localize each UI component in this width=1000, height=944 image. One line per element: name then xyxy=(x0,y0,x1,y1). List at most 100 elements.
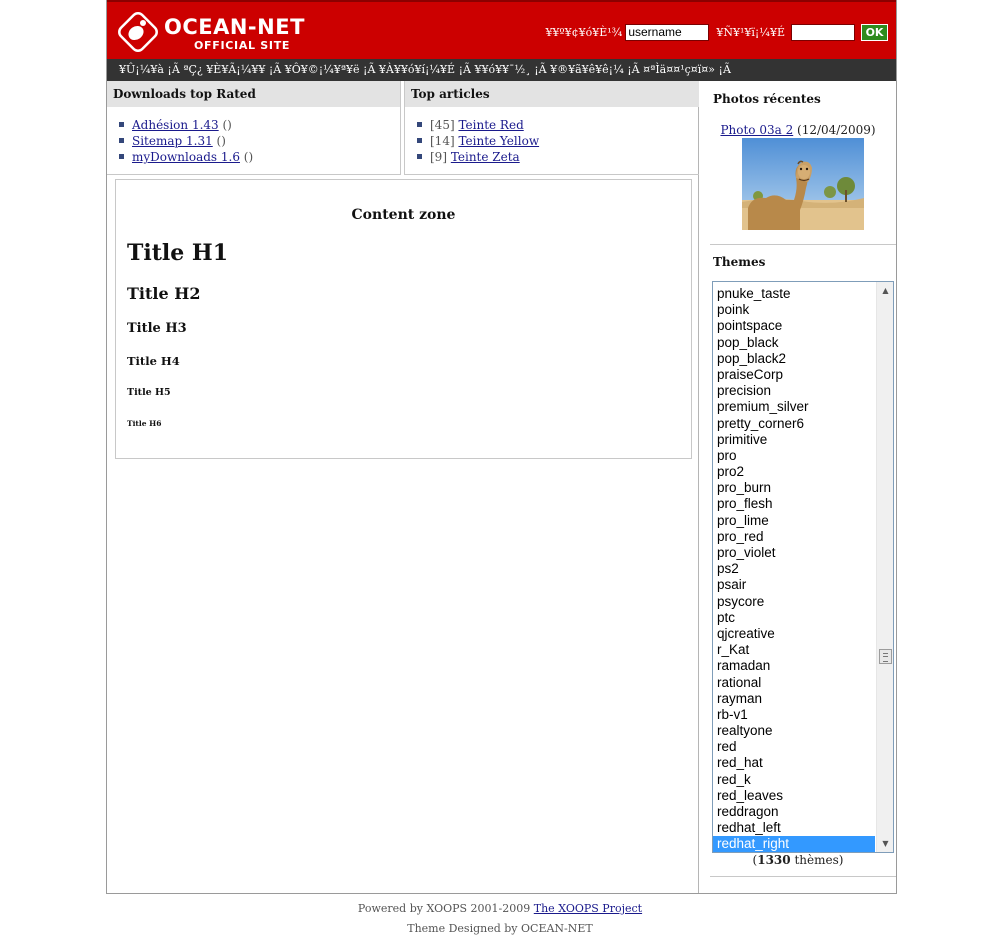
theme-option[interactable]: redhat_left xyxy=(713,820,875,836)
password-input[interactable] xyxy=(791,23,855,41)
theme-option[interactable]: psair xyxy=(713,577,875,593)
photo-link[interactable]: Photo 03a 2 xyxy=(720,123,793,137)
theme-options[interactable]: pnuke_taste poink pointspace pop_black pop_b… xyxy=(713,282,875,852)
bullet-icon xyxy=(417,138,422,143)
theme-option[interactable]: premium_silver xyxy=(713,399,875,415)
download-suffix: () xyxy=(239,150,254,164)
main-nav-bar[interactable]: ¥Û¡¼¥à ¡Ã ªÇ¿ ¥È¥Ã¡¼¥¥ ¡Ã ¥Ô¥©¡¼¥ª¥ë ¡Ã … xyxy=(107,59,896,81)
bullet-icon xyxy=(417,122,422,127)
download-link[interactable]: Adhésion 1.43 xyxy=(132,118,219,132)
download-suffix: () xyxy=(212,134,226,148)
theme-option[interactable]: ptc xyxy=(713,610,875,626)
bullet-icon xyxy=(119,138,124,143)
article-link[interactable]: Teinte Zeta xyxy=(451,150,520,164)
title-h2: Title H2 xyxy=(127,284,201,303)
theme-option[interactable]: realtyone xyxy=(713,723,875,739)
theme-option[interactable]: praiseCorp xyxy=(713,367,875,383)
theme-option[interactable]: ramadan xyxy=(713,658,875,674)
username-label: ¥¥º¥¢¥ó¥È¹¾ xyxy=(545,25,623,39)
site-logo[interactable]: OCEAN-NET OFFICIAL SITE xyxy=(117,11,317,55)
password-label: ¥Ñ¥¹¥ï¡¼¥É xyxy=(716,25,785,39)
xoops-project-link[interactable]: The XOOPS Project xyxy=(534,902,642,915)
divider xyxy=(710,876,896,877)
theme-list-scrollbar[interactable]: ▲ ▼ xyxy=(876,282,893,852)
theme-option[interactable]: r_Kat xyxy=(713,642,875,658)
bullet-icon xyxy=(417,154,422,159)
theme-count-label: thèmes) xyxy=(790,853,844,867)
right-sidebar: Photos récentes Photo 03a 2 (12/04/2009) xyxy=(700,81,896,893)
theme-option[interactable]: pro_violet xyxy=(713,545,875,561)
title-h5: Title H5 xyxy=(127,387,171,398)
theme-option[interactable]: pretty_corner6 xyxy=(713,416,875,432)
title-h1: Title H1 xyxy=(127,240,228,266)
top-articles-block: Top articles [45] Teinte Red [14] Teinte… xyxy=(404,81,699,175)
theme-option[interactable]: red_k xyxy=(713,772,875,788)
list-item: [45] Teinte Red xyxy=(417,117,699,133)
downloads-top-rated-block: Downloads top Rated Adhésion 1.43 () Sit… xyxy=(107,81,401,175)
downloads-block-title: Downloads top Rated xyxy=(107,81,400,107)
theme-option[interactable]: red_leaves xyxy=(713,788,875,804)
divider xyxy=(710,244,896,245)
theme-option[interactable]: pop_black xyxy=(713,335,875,351)
theme-designed-by: Theme Designed by OCEAN-NET xyxy=(407,922,593,935)
theme-option[interactable]: pro xyxy=(713,448,875,464)
login-form: ¥¥º¥¢¥ó¥È¹¾ ¥Ñ¥¹¥ï¡¼¥É OK xyxy=(545,23,888,41)
theme-option[interactable]: pnuke_taste xyxy=(713,286,875,302)
list-item: Adhésion 1.43 () xyxy=(119,117,400,133)
theme-count-number: 1330 xyxy=(757,853,791,867)
brand-subtitle: OFFICIAL SITE xyxy=(194,39,291,52)
theme-option[interactable]: pro_lime xyxy=(713,513,875,529)
theme-select-list[interactable]: pnuke_taste poink pointspace pop_black pop_b… xyxy=(712,281,894,853)
scroll-up-arrow-icon[interactable]: ▲ xyxy=(877,282,893,299)
title-h4: Title H4 xyxy=(127,354,180,368)
list-item: [9] Teinte Zeta xyxy=(417,149,699,165)
article-hits: [14] xyxy=(430,134,459,148)
articles-block-title: Top articles xyxy=(405,81,699,107)
camel-photo[interactable] xyxy=(742,138,864,230)
theme-option[interactable]: red_hat xyxy=(713,755,875,771)
theme-option[interactable]: pro_burn xyxy=(713,480,875,496)
recent-photos-title: Photos récentes xyxy=(713,92,821,106)
download-link[interactable]: Sitemap 1.31 xyxy=(132,134,213,148)
article-link[interactable]: Teinte Red xyxy=(458,118,523,132)
theme-option[interactable]: ps2 xyxy=(713,561,875,577)
bullet-icon xyxy=(119,154,124,159)
articles-list: [45] Teinte Red [14] Teinte Yellow [9] T… xyxy=(405,107,699,165)
powered-by-line: Powered by XOOPS 2001-2009 The XOOPS Pro… xyxy=(0,899,1000,919)
theme-option[interactable]: redhat_right xyxy=(713,836,875,852)
powered-by-text: Powered by XOOPS 2001-2009 xyxy=(357,902,534,915)
theme-option[interactable]: pointspace xyxy=(713,318,875,334)
article-hits: [9] xyxy=(430,150,451,164)
theme-option[interactable]: pro_flesh xyxy=(713,496,875,512)
photo-date: (12/04/2009) xyxy=(793,123,876,137)
theme-option[interactable]: rational xyxy=(713,675,875,691)
theme-option[interactable]: rayman xyxy=(713,691,875,707)
scroll-down-arrow-icon[interactable]: ▼ xyxy=(877,835,893,852)
page-frame: OCEAN-NET OFFICIAL SITE ¥¥º¥¢¥ó¥È¹¾ ¥Ñ¥¹… xyxy=(106,0,897,894)
theme-option[interactable]: pro2 xyxy=(713,464,875,480)
scrollbar-thumb[interactable] xyxy=(879,649,892,664)
theme-option[interactable]: precision xyxy=(713,383,875,399)
theme-option[interactable]: poink xyxy=(713,302,875,318)
theme-option[interactable]: psycore xyxy=(713,594,875,610)
theme-option[interactable]: pop_black2 xyxy=(713,351,875,367)
theme-option[interactable]: reddragon xyxy=(713,804,875,820)
article-hits: [45] xyxy=(430,118,459,132)
login-ok-button[interactable]: OK xyxy=(861,23,888,41)
theme-option[interactable]: pro_red xyxy=(713,529,875,545)
title-h3: Title H3 xyxy=(127,321,187,336)
download-suffix: () xyxy=(218,118,232,132)
article-link[interactable]: Teinte Yellow xyxy=(458,134,539,148)
site-footer: Powered by XOOPS 2001-2009 The XOOPS Pro… xyxy=(0,899,1000,939)
site-header: OCEAN-NET OFFICIAL SITE ¥¥º¥¢¥ó¥È¹¾ ¥Ñ¥¹… xyxy=(107,0,896,59)
username-input[interactable] xyxy=(625,23,710,41)
list-item: [14] Teinte Yellow xyxy=(417,133,699,149)
theme-option[interactable]: primitive xyxy=(713,432,875,448)
download-link[interactable]: myDownloads 1.6 xyxy=(132,150,240,164)
theme-option[interactable]: qjcreative xyxy=(713,626,875,642)
ocean-net-logo-icon xyxy=(118,12,158,52)
theme-option[interactable]: red xyxy=(713,739,875,755)
list-item: Sitemap 1.31 () xyxy=(119,133,400,149)
theme-option[interactable]: rb-v1 xyxy=(713,707,875,723)
bullet-icon xyxy=(119,122,124,127)
